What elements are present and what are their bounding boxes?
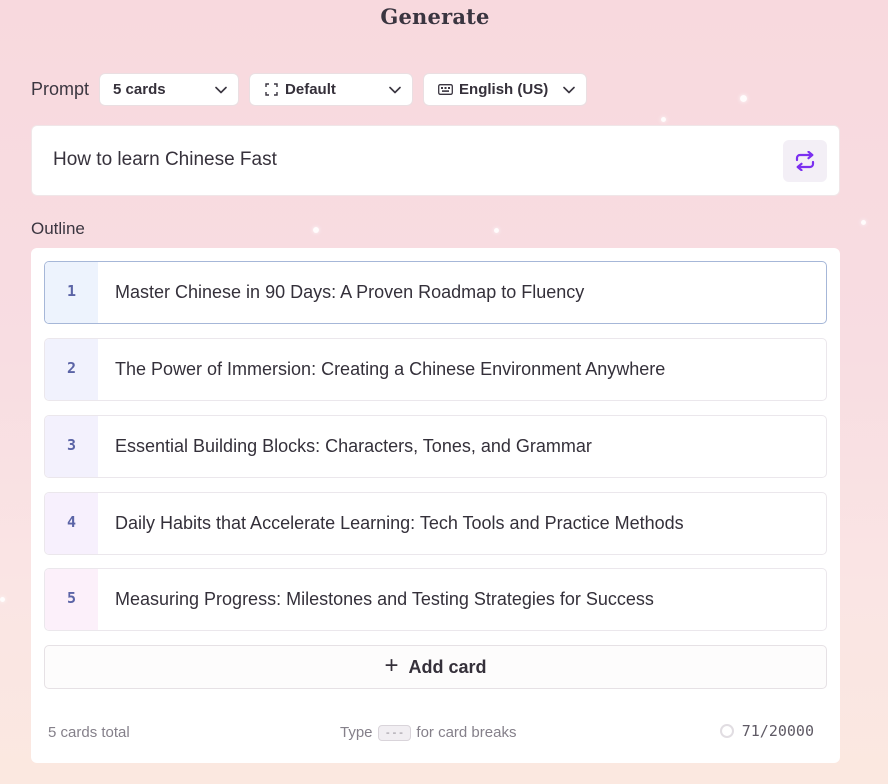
prompt-label: Prompt xyxy=(31,79,90,99)
progress-ring-icon xyxy=(719,724,734,738)
add-card-button[interactable]: + Add card xyxy=(44,645,827,689)
keyboard-icon xyxy=(437,84,453,95)
card-number: 1 xyxy=(45,262,98,323)
chevron-down-icon xyxy=(562,83,576,97)
outline-panel: 1 Master Chinese in 90 Days: A Proven Ro… xyxy=(31,248,840,763)
regenerate-button[interactable] xyxy=(783,140,827,182)
outline-footer: 5 cards total Type --- for card breaks 7… xyxy=(31,722,840,744)
card-break-key: --- xyxy=(377,724,412,741)
character-count: 71/20000 xyxy=(741,722,814,740)
card-break-hint: Type --- for card breaks xyxy=(340,724,516,741)
chevron-down-icon xyxy=(388,83,402,97)
frame-corners-icon xyxy=(263,83,279,96)
prompt-toolbar: Prompt 5 cards Default English (US) xyxy=(31,72,588,107)
outline-card[interactable]: 3 Essential Building Blocks: Characters,… xyxy=(44,415,827,478)
hint-suffix: for card breaks xyxy=(416,724,517,741)
outline-card[interactable]: 4 Daily Habits that Accelerate Learning:… xyxy=(44,492,827,555)
language-value: English (US) xyxy=(459,81,549,98)
page-title: Generate xyxy=(380,4,490,29)
cards-total: 5 cards total xyxy=(48,724,130,741)
card-number: 3 xyxy=(45,416,98,477)
language-select[interactable]: English (US) xyxy=(423,73,588,106)
add-card-label: Add card xyxy=(408,656,487,677)
card-title: The Power of Immersion: Creating a Chine… xyxy=(115,359,666,379)
hint-prefix: Type xyxy=(340,724,373,741)
card-number: 5 xyxy=(45,569,98,630)
card-number: 2 xyxy=(45,339,98,400)
theme-value: Default xyxy=(285,81,336,98)
outline-card[interactable]: 1 Master Chinese in 90 Days: A Proven Ro… xyxy=(44,261,827,324)
outline-label: Outline xyxy=(31,219,85,238)
sparkle xyxy=(661,117,666,122)
sparkle xyxy=(313,227,319,233)
sparkle xyxy=(740,95,747,102)
sparkle xyxy=(861,220,866,225)
repeat-arrows-icon xyxy=(794,151,816,171)
sparkle xyxy=(0,597,5,602)
theme-select[interactable]: Default xyxy=(249,73,414,106)
card-title: Daily Habits that Accelerate Learning: T… xyxy=(115,513,684,533)
card-number: 4 xyxy=(45,493,98,554)
card-title: Measuring Progress: Milestones and Testi… xyxy=(115,589,654,609)
card-count-select[interactable]: 5 cards xyxy=(99,73,240,106)
outline-card[interactable]: 2 The Power of Immersion: Creating a Chi… xyxy=(44,338,827,401)
card-title: Master Chinese in 90 Days: A Proven Road… xyxy=(115,282,585,302)
card-count-value: 5 cards xyxy=(113,81,166,98)
prompt-text: How to learn Chinese Fast xyxy=(53,149,277,170)
sparkle xyxy=(494,228,499,233)
chevron-down-icon xyxy=(214,83,228,97)
plus-icon: + xyxy=(384,652,399,679)
card-title: Essential Building Blocks: Characters, T… xyxy=(115,436,592,456)
character-counter: 71/20000 xyxy=(719,722,814,740)
outline-card[interactable]: 5 Measuring Progress: Milestones and Tes… xyxy=(44,568,827,631)
prompt-input[interactable]: How to learn Chinese Fast xyxy=(31,125,840,196)
